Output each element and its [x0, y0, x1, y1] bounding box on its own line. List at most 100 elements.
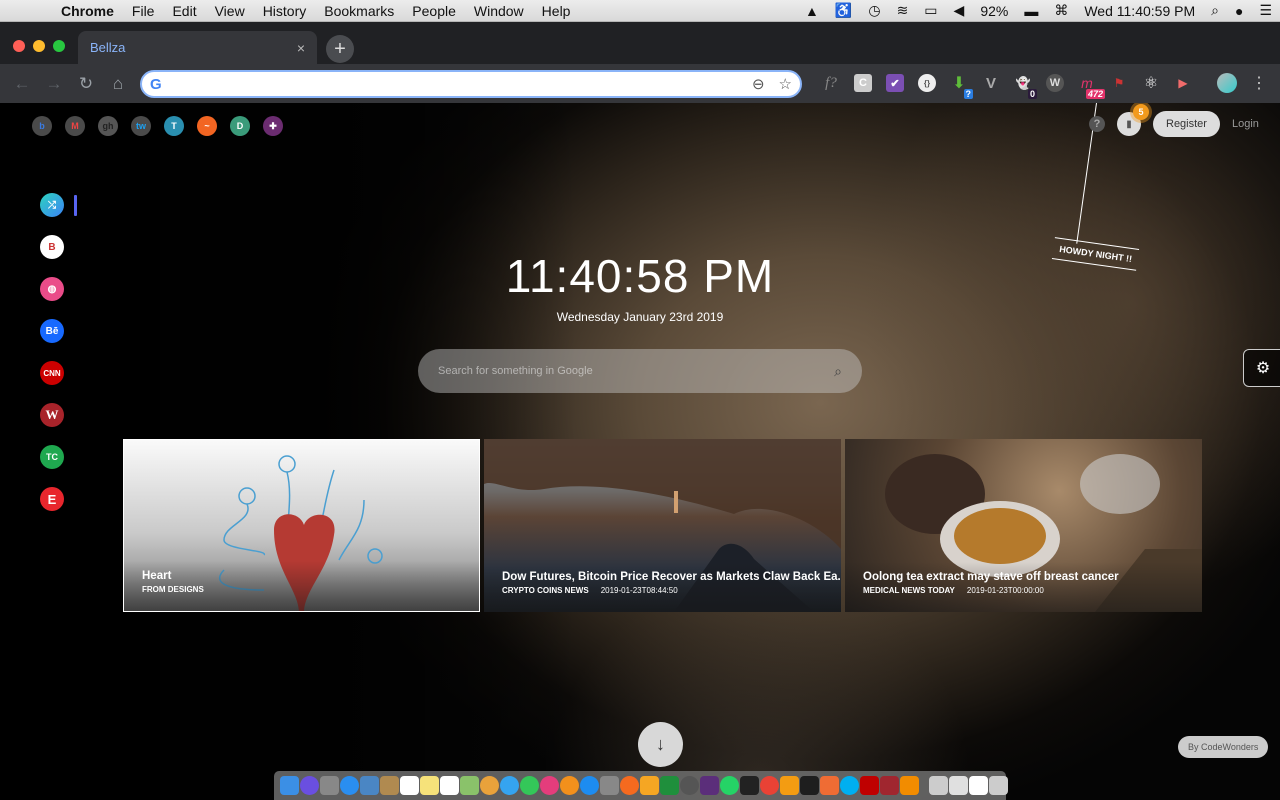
quick-link-bing-icon[interactable]: b — [32, 116, 52, 136]
menu-bookmarks[interactable]: Bookmarks — [315, 3, 403, 19]
time-machine-icon[interactable]: ◷ — [860, 2, 888, 19]
notification-center-icon[interactable]: ☰ — [1251, 2, 1280, 19]
card-title[interactable]: Dow Futures, Bitcoin Price Recover as Ma… — [502, 571, 841, 583]
back-icon[interactable]: ← — [6, 74, 38, 94]
dock-reminders-icon[interactable] — [440, 776, 459, 795]
extension-json-icon[interactable]: {} — [911, 72, 943, 94]
extension-w-icon[interactable]: W — [1039, 72, 1071, 94]
extension-vue-icon[interactable]: V — [975, 72, 1007, 94]
quick-link-analytics-icon[interactable]: ~ — [197, 116, 217, 136]
dock-dictionary-icon[interactable] — [880, 776, 899, 795]
sidebar-espn-icon[interactable]: E — [40, 487, 64, 511]
dock-toggl-icon[interactable] — [640, 776, 659, 795]
wifi-icon[interactable]: ≋ — [889, 2, 917, 19]
battery-icon[interactable]: ▬ — [1016, 3, 1046, 19]
register-button[interactable]: Register — [1153, 111, 1220, 137]
extension-m-icon[interactable]: m 472 — [1071, 72, 1105, 99]
menu-history[interactable]: History — [254, 3, 316, 19]
dock-figma-icon[interactable] — [800, 776, 819, 795]
news-card[interactable]: Heart FROM DESIGNS — [123, 439, 480, 612]
scroll-down-button[interactable]: ↓ — [638, 722, 683, 767]
dock-downloads-icon[interactable] — [929, 776, 948, 795]
dock-safari-icon[interactable] — [340, 776, 359, 795]
sidebar-washington-post-icon[interactable]: W — [40, 403, 64, 427]
dock-trash-icon[interactable] — [989, 776, 1008, 795]
dock-notes-icon[interactable] — [420, 776, 439, 795]
address-bar[interactable]: G ⊖ ☆ — [140, 70, 802, 98]
menu-file[interactable]: File — [123, 3, 164, 19]
quick-link-github-icon[interactable]: gh — [98, 116, 118, 136]
dock-contacts-icon[interactable] — [380, 776, 399, 795]
dock-terminal-icon[interactable] — [740, 776, 759, 795]
dock-books-icon[interactable] — [560, 776, 579, 795]
quick-link-slack-icon[interactable]: ✚ — [263, 116, 283, 136]
dock-desktop-icon[interactable] — [969, 776, 988, 795]
news-card[interactable]: Dow Futures, Bitcoin Price Recover as Ma… — [484, 439, 841, 612]
quick-link-twitter-icon[interactable]: tw — [131, 116, 151, 136]
search-icon[interactable]: ⌕ — [834, 363, 842, 380]
menubar-clock[interactable]: Wed 11:40:59 PM — [1076, 3, 1203, 19]
accessibility-icon[interactable]: ♿ — [827, 2, 860, 19]
menu-app[interactable]: Chrome — [52, 3, 123, 19]
dock-chrome-icon[interactable] — [760, 776, 779, 795]
close-tab-icon[interactable]: × — [297, 40, 305, 56]
dock-filezilla-icon[interactable] — [860, 776, 879, 795]
dock-firefox-icon[interactable] — [620, 776, 639, 795]
extension-react-icon[interactable]: ⚛ — [1135, 72, 1167, 94]
dock-whatsapp-icon[interactable] — [720, 776, 739, 795]
dock-vlc-icon[interactable] — [900, 776, 919, 795]
dock-launchpad-icon[interactable] — [320, 776, 339, 795]
dock-messages-icon[interactable] — [500, 776, 519, 795]
dock-documents-icon[interactable] — [949, 776, 968, 795]
maximize-window-button[interactable] — [53, 40, 65, 52]
menu-people[interactable]: People — [403, 3, 465, 19]
profile-avatar[interactable] — [1211, 72, 1243, 94]
dock-photos-icon[interactable] — [480, 776, 499, 795]
dock-siri-icon[interactable] — [300, 776, 319, 795]
battery-percent[interactable]: 92% — [972, 3, 1016, 19]
extension-c-icon[interactable]: C — [847, 72, 879, 94]
dock-preview-icon[interactable] — [360, 776, 379, 795]
extension-pinjump-icon[interactable]: ▶ — [1167, 72, 1199, 94]
credit-badge[interactable]: By CodeWonders — [1178, 736, 1269, 758]
dock-finder-icon[interactable] — [280, 776, 299, 795]
extension-hashtag-icon[interactable]: ⚑ — [1103, 72, 1135, 94]
new-tab-button[interactable]: + — [326, 35, 354, 63]
siri-icon[interactable]: ● — [1227, 3, 1251, 19]
search-input[interactable] — [438, 365, 835, 377]
zoom-out-icon[interactable]: ⊖ — [752, 75, 765, 93]
menu-edit[interactable]: Edit — [163, 3, 205, 19]
dock-sublime-icon[interactable] — [780, 776, 799, 795]
menu-view[interactable]: View — [206, 3, 254, 19]
dock-itunes-icon[interactable] — [540, 776, 559, 795]
card-title[interactable]: Oolong tea extract may stave off breast … — [863, 571, 1119, 583]
url-input[interactable] — [169, 76, 738, 92]
quick-link-gmail-icon[interactable]: M — [65, 116, 85, 136]
login-link[interactable]: Login — [1232, 118, 1259, 130]
keyboard-icon[interactable]: ⌘ — [1046, 2, 1076, 19]
news-card[interactable]: Oolong tea extract may stave off breast … — [845, 439, 1202, 612]
tab-bellza[interactable]: Bellza × — [78, 31, 317, 64]
sidebar-techcrunch-icon[interactable]: TC — [40, 445, 64, 469]
forward-icon[interactable]: → — [38, 74, 70, 94]
card-title[interactable]: Heart — [142, 570, 171, 582]
extension-ghostery-icon[interactable]: 👻 0 — [1007, 72, 1039, 99]
dock-postman-icon[interactable] — [820, 776, 839, 795]
sidebar-cnn-icon[interactable]: CNN — [40, 361, 64, 385]
chrome-menu-icon[interactable]: ⋮ — [1243, 72, 1275, 94]
vlc-icon[interactable]: ▲ — [797, 3, 827, 19]
minimize-window-button[interactable] — [33, 40, 45, 52]
dock-maps-icon[interactable] — [460, 776, 479, 795]
volume-icon[interactable]: ◀ — [946, 2, 973, 19]
menu-window[interactable]: Window — [465, 3, 533, 19]
dock-image-capture-icon[interactable] — [680, 776, 699, 795]
dock-system-preferences-icon[interactable] — [600, 776, 619, 795]
dock-skype-icon[interactable] — [840, 776, 859, 795]
sidebar-shuffle-icon[interactable]: ⤮ — [40, 193, 64, 217]
quick-link-d-icon[interactable]: D — [230, 116, 250, 136]
quick-link-trello-icon[interactable]: T — [164, 116, 184, 136]
extension-todo-icon[interactable]: ✔ — [879, 72, 911, 94]
menu-help[interactable]: Help — [533, 3, 580, 19]
dock-facetime-icon[interactable] — [520, 776, 539, 795]
dock-excel-icon[interactable] — [660, 776, 679, 795]
